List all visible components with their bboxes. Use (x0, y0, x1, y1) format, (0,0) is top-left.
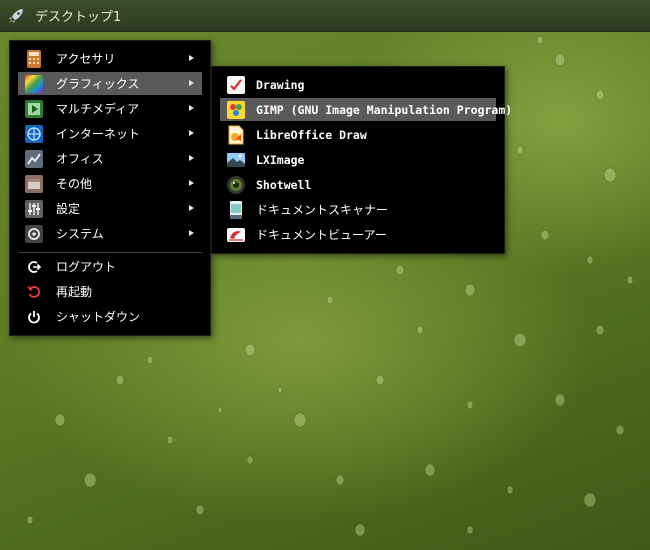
desktop-label[interactable]: デスクトップ1 (35, 6, 121, 25)
menu-item-accessories[interactable]: アクセサリ (18, 47, 202, 70)
graphics-icon (25, 74, 43, 93)
menu-item-other[interactable]: その他 (18, 172, 202, 195)
document-viewer-icon (227, 227, 245, 242)
logout-button[interactable]: ログアウト (18, 255, 202, 278)
submenu-arrow-icon (189, 105, 194, 111)
gimp-icon (227, 100, 245, 119)
shutdown-label: シャットダウン (56, 310, 141, 324)
restart-label: 再起動 (56, 285, 93, 299)
logout-label: ログアウト (56, 260, 117, 274)
submenu-arrow-icon (189, 230, 194, 236)
menu-item-office[interactable]: オフィス (18, 147, 202, 170)
menu-item-settings[interactable]: 設定 (18, 197, 202, 220)
libreoffice-draw-icon (228, 125, 244, 144)
office-icon (25, 149, 43, 168)
rocket-launcher-icon[interactable] (6, 6, 26, 26)
restart-icon (24, 282, 44, 302)
submenu-arrow-icon (189, 155, 194, 161)
taskbar: デスクトップ1 (0, 0, 650, 32)
app-document-viewer[interactable]: ドキュメントビューアー (220, 223, 496, 246)
other-icon (25, 174, 43, 193)
menu-separator (18, 252, 202, 253)
app-lximage[interactable]: LXImage (220, 148, 496, 171)
app-label: GIMP (GNU Image Manipulation Program) (256, 102, 513, 117)
system-icon (25, 224, 43, 243)
menu-item-graphics[interactable]: グラフィックス (18, 72, 202, 95)
main-menu: アクセサリ グラフィックス マルチメディア インターネット オフィス その他 設… (9, 40, 211, 336)
menu-item-label: インターネット (56, 127, 141, 141)
multimedia-icon (25, 99, 43, 118)
submenu-arrow-icon (189, 205, 194, 211)
app-gimp[interactable]: GIMP (GNU Image Manipulation Program) (220, 98, 512, 121)
shotwell-icon (227, 175, 245, 194)
restart-button[interactable]: 再起動 (18, 280, 202, 303)
menu-item-label: オフィス (56, 152, 104, 166)
app-shotwell[interactable]: Shotwell (220, 173, 496, 196)
submenu-arrow-icon (189, 80, 194, 86)
power-icon (24, 307, 44, 327)
app-label: ドキュメントビューアー (256, 228, 387, 242)
shutdown-button[interactable]: シャットダウン (18, 305, 202, 328)
menu-item-label: グラフィックス (56, 77, 140, 91)
app-drawing[interactable]: Drawing (220, 73, 496, 96)
app-document-scanner[interactable]: ドキュメントスキャナー (220, 198, 496, 221)
menu-item-label: マルチメディア (56, 102, 140, 116)
menu-item-label: 設定 (56, 202, 81, 216)
menu-item-system[interactable]: システム (18, 222, 202, 245)
lximage-icon (227, 152, 245, 167)
internet-icon (25, 124, 43, 143)
graphics-submenu: Drawing GIMP (GNU Image Manipulation Pro… (211, 66, 512, 254)
app-label: LibreOffice Draw (256, 127, 367, 142)
menu-item-label: アクセサリ (56, 52, 116, 66)
app-label: ドキュメントスキャナー (256, 203, 389, 217)
app-label: LXImage (256, 152, 305, 167)
document-scanner-icon (230, 200, 242, 219)
menu-item-label: その他 (56, 177, 93, 191)
app-libreoffice-draw[interactable]: LibreOffice Draw (220, 123, 496, 146)
app-label: Shotwell (256, 177, 312, 192)
menu-item-label: システム (56, 227, 104, 241)
menu-item-internet[interactable]: インターネット (18, 122, 202, 145)
menu-item-multimedia[interactable]: マルチメディア (18, 97, 202, 120)
app-label: Drawing (256, 77, 305, 92)
accessories-icon (27, 49, 41, 68)
submenu-arrow-icon (189, 130, 194, 136)
logout-icon (24, 257, 44, 277)
drawing-app-icon (227, 75, 245, 94)
settings-icon (25, 199, 43, 218)
submenu-arrow-icon (189, 180, 194, 186)
submenu-arrow-icon (189, 55, 194, 61)
